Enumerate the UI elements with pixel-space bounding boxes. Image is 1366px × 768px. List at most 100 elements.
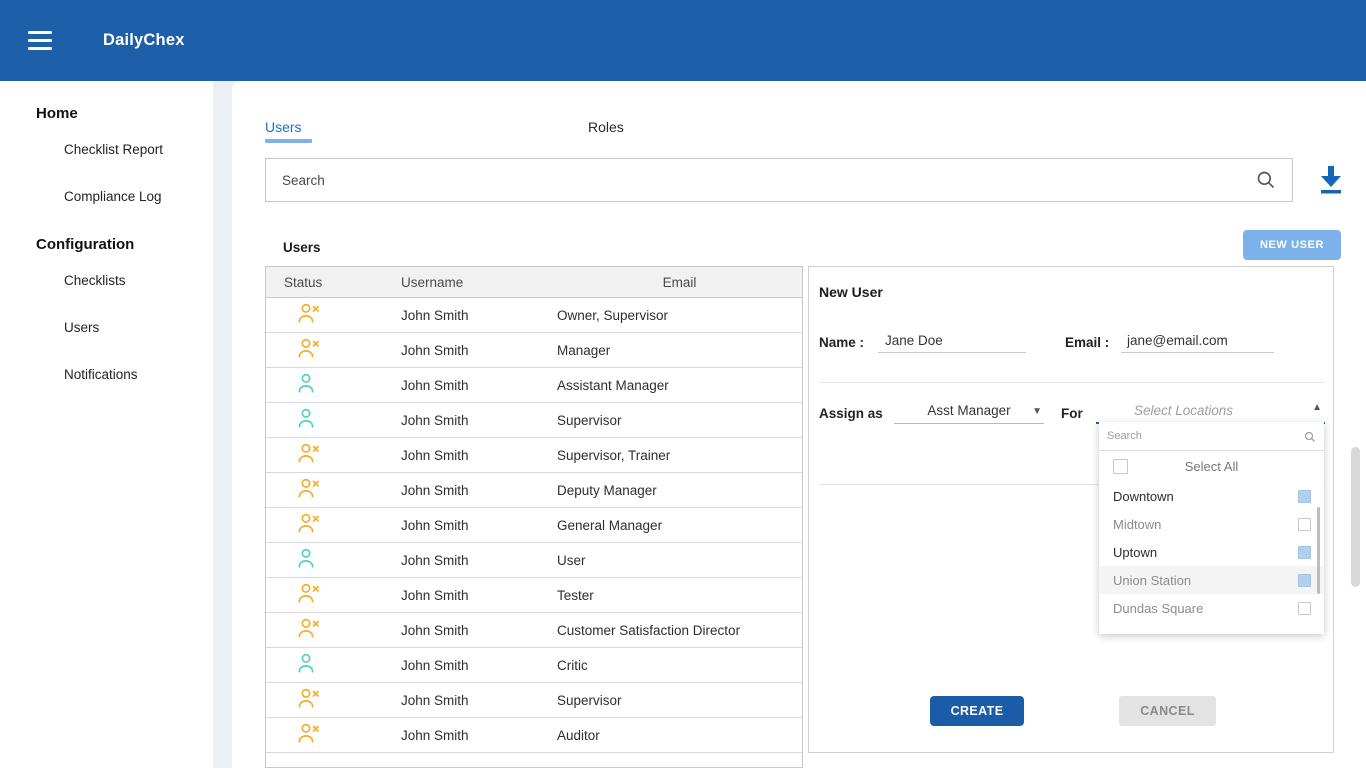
cell-username: John Smith [401, 657, 469, 673]
table-row[interactable]: John Smith User [266, 543, 802, 578]
name-field[interactable] [878, 329, 1026, 353]
cell-username: John Smith [401, 692, 469, 708]
location-label: Dundas Square [1113, 600, 1204, 616]
location-option-union-station[interactable]: Union Station [1099, 566, 1324, 594]
table-row[interactable]: John Smith Supervisor [266, 403, 802, 438]
search-input[interactable] [282, 159, 1262, 201]
table-row[interactable]: John Smith Supervisor [266, 683, 802, 718]
sidebar-section-configuration[interactable]: Configuration [36, 236, 213, 253]
users-table-body: John Smith Owner, Supervisor John Smith … [266, 298, 802, 753]
user-status-inactive-icon [296, 337, 323, 363]
select-all-label: Select All [1184, 459, 1239, 474]
location-checkbox[interactable] [1298, 489, 1311, 503]
cell-email: Owner, Supervisor [557, 307, 669, 323]
table-header-row: Status Username Email [266, 267, 802, 298]
select-all-checkbox[interactable] [1113, 459, 1128, 474]
name-label: Name : [819, 335, 865, 350]
user-status-inactive-icon [296, 722, 323, 748]
cell-username: John Smith [401, 552, 469, 568]
table-row[interactable]: John Smith Auditor [266, 718, 802, 753]
location-option-uptown[interactable]: Uptown [1099, 538, 1324, 566]
sidebar-item-checklist-report[interactable]: Checklist Report [64, 142, 213, 157]
cell-username: John Smith [401, 587, 469, 603]
cell-username: John Smith [401, 412, 469, 428]
location-label: Midtown [1113, 516, 1162, 532]
chevron-down-icon: ▼ [1032, 406, 1042, 417]
locations-placeholder: Select Locations [1134, 403, 1234, 418]
form-divider [819, 382, 1325, 383]
location-checkbox[interactable] [1298, 601, 1311, 615]
location-label: Union Station [1113, 572, 1192, 588]
user-status-inactive-icon [296, 687, 323, 713]
assign-as-select[interactable]: Asst Manager ▼ [894, 400, 1044, 424]
create-button[interactable]: CREATE [930, 696, 1024, 726]
cell-username: John Smith [401, 727, 469, 743]
location-checkbox[interactable] [1298, 517, 1311, 531]
sidebar-item-compliance-log[interactable]: Compliance Log [64, 189, 213, 204]
location-option-downtown[interactable]: Downtown [1099, 482, 1324, 510]
tab-users[interactable]: Users [265, 119, 312, 143]
search-icon[interactable] [1256, 170, 1276, 195]
cell-email: Critic [557, 657, 588, 673]
sidebar-item-checklists[interactable]: Checklists [64, 273, 213, 288]
new-user-button[interactable]: NEW USER [1243, 230, 1341, 260]
users-search-box [265, 158, 1293, 202]
cell-email: Auditor [557, 727, 600, 743]
sidebar-item-users[interactable]: Users [64, 320, 213, 335]
table-row[interactable]: John Smith Customer Satisfaction Directo… [266, 613, 802, 648]
table-row[interactable]: John Smith Critic [266, 648, 802, 683]
cell-username: John Smith [401, 307, 469, 323]
new-user-panel: New User Name : Email : Assign as Asst M… [808, 266, 1334, 753]
table-row[interactable]: John Smith Assistant Manager [266, 368, 802, 403]
cell-email: Supervisor [557, 412, 622, 428]
user-status-inactive-icon [296, 512, 323, 538]
cell-email: Customer Satisfaction Director [557, 622, 741, 638]
user-status-active-icon [296, 407, 323, 433]
assign-as-value: Asst Manager [927, 403, 1011, 418]
cell-email: User [557, 552, 586, 568]
location-checkbox[interactable] [1298, 573, 1311, 587]
locations-select[interactable]: Select Locations ▲ [1096, 400, 1325, 424]
sidebar-item-notifications[interactable]: Notifications [64, 367, 213, 382]
table-row[interactable]: John Smith Deputy Manager [266, 473, 802, 508]
panel-title: New User [819, 284, 883, 300]
page-scrollbar-thumb[interactable] [1351, 447, 1360, 587]
select-all-row[interactable]: Select All [1099, 451, 1324, 482]
sidebar-section-home[interactable]: Home [36, 105, 213, 122]
tab-roles[interactable]: Roles [588, 119, 624, 143]
location-label: Uptown [1113, 544, 1158, 560]
user-status-inactive-icon [296, 582, 323, 608]
user-status-inactive-icon [296, 302, 323, 328]
table-row[interactable]: John Smith General Manager [266, 508, 802, 543]
table-row[interactable]: John Smith Owner, Supervisor [266, 298, 802, 333]
download-icon[interactable] [1318, 165, 1344, 195]
location-option-dundas-square[interactable]: Dundas Square [1099, 594, 1324, 622]
table-row[interactable]: John Smith Supervisor, Trainer [266, 438, 802, 473]
users-section-title: Users [283, 240, 321, 255]
locations-options: Downtown Midtown Uptown Union Station Du… [1099, 482, 1324, 622]
dropdown-search-input[interactable] [1099, 422, 1299, 449]
users-table: Status Username Email John Smith Owner, … [265, 266, 803, 768]
user-status-inactive-icon [296, 442, 323, 468]
cell-username: John Smith [401, 342, 469, 358]
app-root: DailyChex Home Checklist Report Compliance… [0, 0, 1366, 768]
table-row[interactable]: John Smith Manager [266, 333, 802, 368]
cell-username: John Smith [401, 482, 469, 498]
dropdown-search-box [1099, 422, 1324, 451]
app-header: DailyChex [0, 0, 1366, 81]
user-status-inactive-icon [296, 477, 323, 503]
user-status-active-icon [296, 547, 323, 573]
location-checkbox[interactable] [1298, 545, 1311, 559]
location-option-midtown[interactable]: Midtown [1099, 510, 1324, 538]
for-label: For [1061, 406, 1083, 421]
email-field[interactable] [1121, 329, 1274, 353]
cell-email: Assistant Manager [557, 377, 669, 393]
hamburger-menu-icon[interactable] [28, 31, 52, 50]
dropdown-scrollbar-thumb[interactable] [1317, 507, 1320, 594]
sidebar: Home Checklist Report Compliance Log Config… [0, 81, 213, 768]
cell-username: John Smith [401, 517, 469, 533]
table-row[interactable]: John Smith Tester [266, 578, 802, 613]
cancel-button[interactable]: CANCEL [1119, 696, 1216, 726]
locations-dropdown: Select All Downtown Midtown Uptown Union… [1099, 422, 1324, 634]
cell-email: Manager [557, 342, 611, 358]
